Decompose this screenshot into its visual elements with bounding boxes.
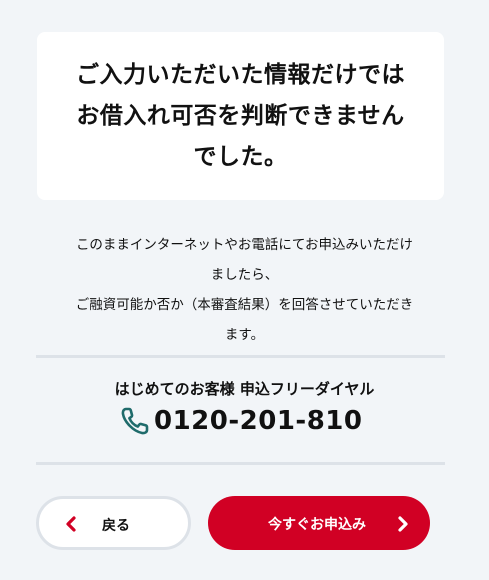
notice-title-line-1: ご入力いただいた情報だけでは: [76, 61, 405, 88]
message-line-2: ましたら、: [210, 267, 279, 283]
notice-title: ご入力いただいた情報だけでは お借入れ可否を判断できません でした。: [76, 55, 405, 178]
notice-title-line-2: お借入れ可否を判断できません: [76, 102, 405, 129]
notice-title-line-3: でした。: [193, 143, 288, 170]
back-button[interactable]: 戻る: [36, 496, 191, 550]
chevron-right-icon: [396, 515, 410, 537]
chevron-left-icon: [64, 514, 78, 538]
apply-now-button-label: 今すぐお申込み: [268, 517, 366, 533]
message-line-3: ご融資可能か否か（本審査結果）を回答させていただき: [75, 297, 414, 313]
message-line-1: このままインターネットやお電話にてお申込みいただけ: [75, 237, 414, 253]
phone-icon: [120, 406, 150, 436]
free-dial-label: はじめてのお客様 申込フリーダイヤル: [114, 380, 375, 398]
free-dial-row[interactable]: 0120-201-810: [120, 403, 363, 439]
back-button-label: 戻る: [102, 518, 130, 534]
divider-top: [36, 355, 445, 358]
message-line-4: ます。: [224, 327, 265, 343]
apply-now-button[interactable]: 今すぐお申込み: [208, 496, 430, 550]
phone-number[interactable]: 0120-201-810: [154, 406, 363, 436]
guidance-message: このままインターネットやお電話にてお申込みいただけ ましたら、 ご融資可能か否か…: [30, 230, 459, 350]
notice-card: ご入力いただいた情報だけでは お借入れ可否を判断できません でした。: [37, 32, 444, 200]
divider-bottom: [36, 462, 445, 465]
